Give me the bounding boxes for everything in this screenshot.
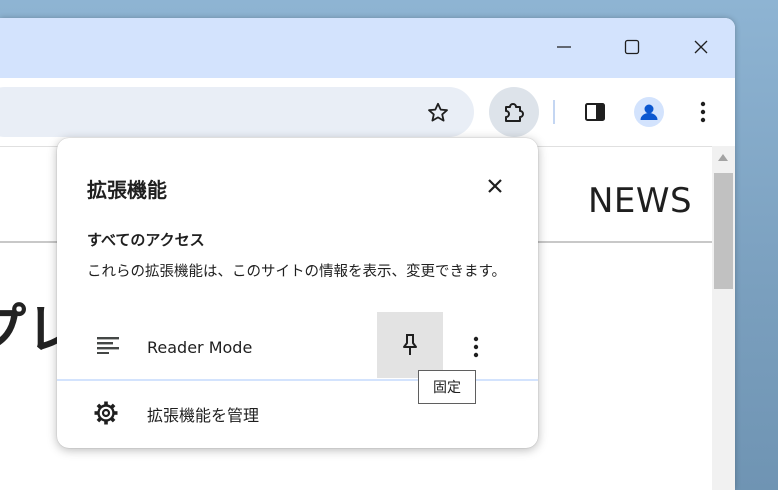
- news-label[interactable]: NEWS: [588, 181, 692, 221]
- bookmark-button[interactable]: [424, 99, 452, 127]
- manage-extensions-label: 拡張機能を管理: [147, 406, 260, 425]
- scroll-thumb[interactable]: [714, 173, 733, 289]
- reader-mode-icon: [97, 337, 119, 354]
- popup-close-button[interactable]: [481, 172, 509, 200]
- extensions-button[interactable]: [489, 87, 539, 137]
- popup-title: 拡張機能: [87, 178, 167, 202]
- extension-name: Reader Mode: [147, 338, 253, 357]
- minimize-icon: [557, 46, 571, 48]
- maximize-button[interactable]: [609, 30, 655, 64]
- star-icon: [428, 102, 448, 122]
- close-window-button[interactable]: [678, 30, 724, 64]
- pin-extension-button[interactable]: [377, 312, 443, 378]
- side-panel-button[interactable]: [575, 92, 615, 132]
- minimize-button[interactable]: [541, 30, 587, 64]
- profile-button[interactable]: [629, 92, 669, 132]
- gear-icon: [94, 401, 118, 425]
- browser-menu-button[interactable]: [683, 92, 723, 132]
- profile-icon: [634, 97, 664, 127]
- access-section-description: これらの拡張機能は、このサイトの情報を表示、変更できます。: [87, 264, 507, 280]
- scroll-up-arrow-icon[interactable]: [718, 154, 728, 161]
- toolbar-separator: [553, 100, 555, 124]
- access-section-heading: すべてのアクセス: [87, 231, 205, 249]
- page-scrollbar[interactable]: [712, 146, 735, 490]
- extension-item[interactable]: Reader Mode: [57, 312, 538, 378]
- title-bar: [0, 18, 735, 78]
- puzzle-icon: [505, 103, 524, 122]
- maximize-icon: [624, 39, 640, 55]
- vertical-dots-icon: [700, 101, 706, 123]
- pin-tooltip: 固定: [418, 370, 476, 404]
- extension-more-button[interactable]: [461, 332, 491, 362]
- vertical-dots-icon: [473, 336, 479, 358]
- close-icon: [488, 179, 502, 193]
- address-bar[interactable]: [0, 87, 474, 137]
- close-icon: [694, 40, 708, 54]
- browser-toolbar: [0, 78, 735, 146]
- side-panel-icon: [585, 103, 605, 121]
- pin-icon: [403, 334, 417, 355]
